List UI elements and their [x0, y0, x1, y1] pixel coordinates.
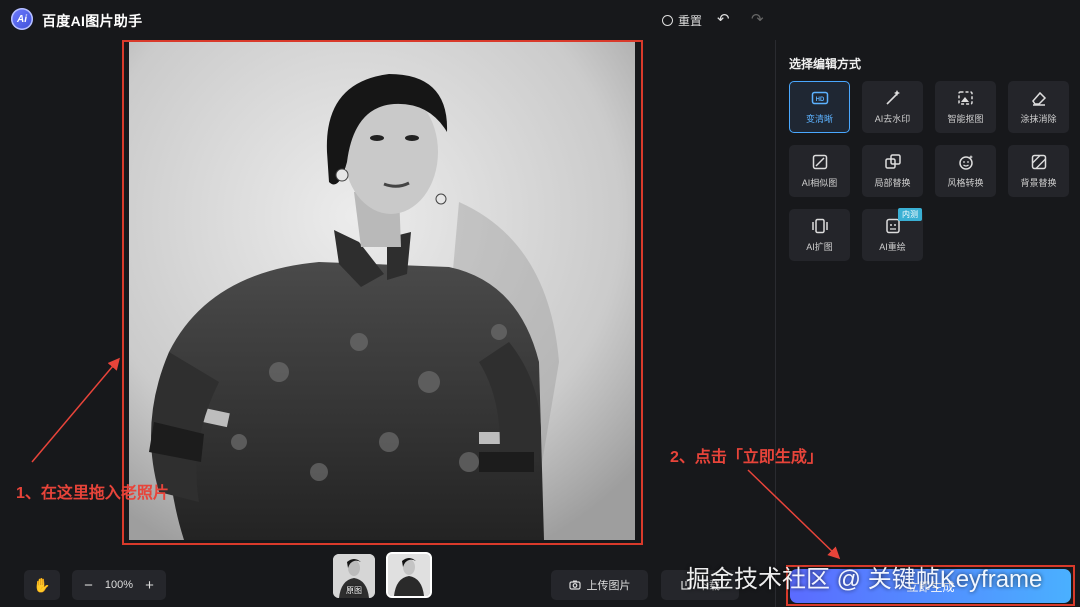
- zoom-level: 100%: [104, 579, 134, 591]
- magic-wand-icon: [885, 90, 900, 105]
- beta-badge: 内测: [898, 208, 922, 221]
- upload-label: 上传图片: [586, 580, 631, 592]
- similar-image-icon: [812, 154, 827, 170]
- zoom-out-icon[interactable]: −: [84, 577, 93, 594]
- thumb-original[interactable]: 原图: [333, 554, 375, 598]
- arrow-step-1: [31, 357, 120, 463]
- tool-local-replace[interactable]: 局部替换: [862, 145, 923, 197]
- thumb-image: [388, 554, 430, 596]
- pan-tool-button[interactable]: ✋: [24, 570, 60, 600]
- tool-label: 智能抠图: [947, 114, 984, 124]
- svg-text:HD: HD: [815, 97, 824, 103]
- background-replace-icon: [1031, 154, 1046, 170]
- tool-label: AI扩图: [806, 242, 833, 252]
- local-replace-icon: [884, 154, 901, 169]
- tool-cutout[interactable]: 智能抠图: [935, 81, 996, 133]
- arrow-step-2: [747, 469, 841, 560]
- tool-label: 背景替换: [1020, 178, 1057, 188]
- cutout-icon: [957, 91, 973, 105]
- tool-label: AI相似图: [801, 178, 838, 188]
- expand-icon: [811, 218, 828, 234]
- tool-expand[interactable]: AI扩图: [789, 209, 850, 261]
- tool-label: AI重绘: [879, 242, 906, 252]
- hand-icon: ✋: [33, 576, 51, 593]
- tool-similar[interactable]: AI相似图: [789, 145, 850, 197]
- camera-icon: [568, 580, 581, 590]
- zoom-in-icon[interactable]: +: [145, 577, 154, 594]
- tool-redraw[interactable]: 内测 AI重绘: [862, 208, 923, 261]
- watermark-text: 掘金技术社区 @ 关键帧Keyframe: [686, 566, 1043, 593]
- tool-erase[interactable]: 涂抹消除: [1008, 81, 1069, 133]
- thumb-result[interactable]: [386, 552, 432, 598]
- tool-remove-watermark[interactable]: AI去水印: [862, 81, 923, 133]
- hd-icon: HD: [811, 91, 828, 105]
- tool-enhance[interactable]: HD 变清晰: [789, 81, 850, 133]
- tool-label: 风格转换: [947, 178, 984, 188]
- tool-label: AI去水印: [874, 114, 911, 124]
- tool-style-transfer[interactable]: 风格转换: [935, 145, 996, 197]
- upload-image-button[interactable]: 上传图片: [551, 570, 648, 600]
- panel-title: 选择编辑方式: [789, 57, 862, 71]
- tool-background-replace[interactable]: 背景替换: [1008, 145, 1069, 197]
- eraser-icon: [1031, 91, 1046, 106]
- tool-label: 局部替换: [874, 178, 911, 188]
- tool-label: 涂抹消除: [1020, 114, 1057, 124]
- zoom-control: − 100% +: [72, 570, 166, 600]
- thumb-label: 原图: [346, 586, 362, 595]
- style-transfer-icon: [958, 155, 973, 170]
- tool-label: 变清晰: [805, 114, 833, 124]
